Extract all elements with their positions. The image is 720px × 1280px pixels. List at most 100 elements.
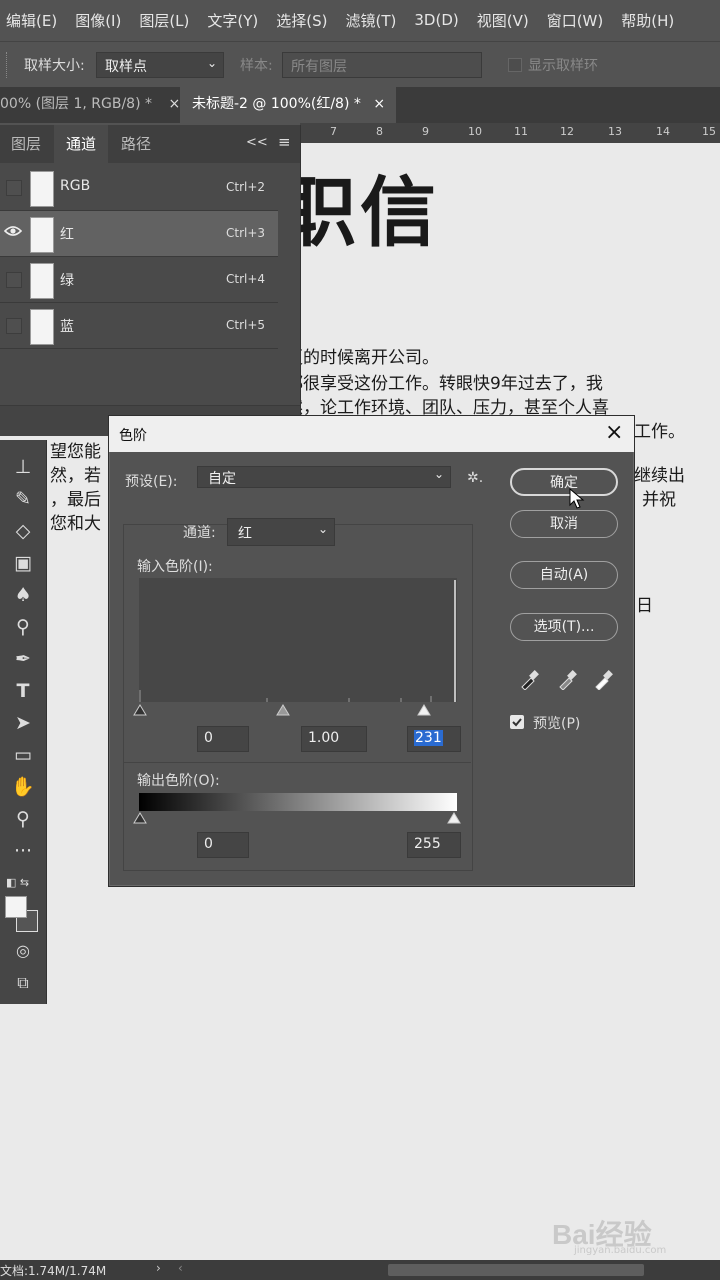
channel-row-green[interactable]: 绿 Ctrl+4	[0, 257, 278, 303]
white-eyedropper-icon[interactable]	[593, 668, 613, 694]
ruler-tick: 14	[656, 125, 670, 138]
tab-layer1[interactable]: 00% (图层 1, RGB/8) * ×	[0, 87, 180, 123]
preview-checkbox[interactable]	[510, 715, 524, 729]
rectangle-icon[interactable]: ▭	[10, 742, 36, 768]
sample-size-select[interactable]: 取样点 ⌄	[96, 52, 224, 78]
channel-shortcut: Ctrl+2	[226, 180, 266, 194]
close-icon[interactable]: ×	[605, 420, 623, 445]
input-gamma-slider[interactable]	[276, 704, 290, 720]
visibility-toggle[interactable]	[6, 318, 22, 334]
foreground-color-swatch[interactable]	[5, 896, 27, 918]
menu-layer[interactable]: 图层(L)	[139, 10, 189, 31]
panel-menu-icon[interactable]: ≡	[278, 133, 291, 151]
input-white-value: 231	[414, 730, 443, 746]
eraser-icon[interactable]: ◇	[10, 518, 36, 544]
dialog-titlebar: 色阶 ×	[109, 416, 634, 452]
menu-filter[interactable]: 滤镜(T)	[346, 10, 397, 31]
menu-window[interactable]: 窗口(W)	[547, 10, 604, 31]
channel-thumbnail	[30, 263, 54, 299]
path-selection-icon[interactable]: ➤	[10, 710, 36, 736]
show-ring-checkbox[interactable]	[508, 58, 522, 72]
sample-size-value: 取样点	[105, 59, 147, 75]
channel-select[interactable]: 红 ⌄	[227, 518, 335, 546]
sample-size-label: 取样大小:	[24, 58, 85, 74]
status-bar: 文档:1.74M/1.74M › ‹	[0, 1260, 720, 1280]
doc-line: 日	[636, 596, 653, 616]
doc-line: 工作。	[634, 422, 685, 442]
channel-label: 通道:	[183, 525, 216, 541]
menu-view[interactable]: 视图(V)	[477, 10, 529, 31]
auto-button[interactable]: 自动(A)	[510, 561, 618, 589]
menu-edit[interactable]: 编辑(E)	[6, 10, 57, 31]
output-black-field[interactable]: 0	[197, 832, 249, 858]
menu-image[interactable]: 图像(I)	[75, 10, 121, 31]
menu-help[interactable]: 帮助(H)	[621, 10, 674, 31]
output-gradient	[139, 793, 457, 811]
screen-mode-icon[interactable]: ⧉	[10, 970, 36, 996]
doc-line: 更的时候离开公司。	[286, 348, 439, 368]
options-button[interactable]: 选项(T)...	[510, 613, 618, 641]
menu-select[interactable]: 选择(S)	[276, 10, 327, 31]
ruler-tick: 13	[608, 125, 622, 138]
tab-paths[interactable]: 路径	[110, 125, 162, 163]
output-black-slider[interactable]	[133, 812, 147, 828]
pen-icon[interactable]: ✒	[10, 646, 36, 672]
channel-row-red[interactable]: 红 Ctrl+3	[0, 211, 278, 257]
input-levels-label: 输入色阶(I):	[137, 559, 213, 575]
input-black-slider[interactable]	[133, 704, 147, 720]
tab-untitled-2[interactable]: 未标题-2 @ 100%(红/8) * ×	[180, 87, 396, 123]
ok-button[interactable]: 确定	[510, 468, 618, 496]
sample-select[interactable]: 所有图层	[282, 52, 482, 78]
stamp-icon[interactable]: ⊥	[10, 454, 36, 480]
channel-row-blue[interactable]: 蓝 Ctrl+5	[0, 303, 278, 349]
output-white-field[interactable]: 255	[407, 832, 461, 858]
zoom-icon[interactable]: ⚲	[10, 806, 36, 832]
levels-dialog: 色阶 × 预设(E): 自定 ⌄ ✲. 通道: 红 ⌄ 输入色阶(I): 0 1…	[108, 415, 635, 887]
close-icon[interactable]: ×	[168, 96, 180, 112]
options-bar: 取样大小: 取样点 ⌄ 样本: 所有图层 显示取样环	[0, 41, 720, 89]
gray-eyedropper-icon[interactable]	[557, 668, 577, 694]
ruler-tick: 15	[702, 125, 716, 138]
tab-channels[interactable]: 通道	[54, 125, 108, 163]
doc-line: 并祝	[642, 490, 676, 510]
input-white-slider[interactable]	[417, 704, 431, 720]
visibility-toggle[interactable]	[6, 272, 22, 288]
black-eyedropper-icon[interactable]	[519, 668, 539, 694]
type-icon[interactable]: T	[10, 678, 36, 704]
panel-tabs: 图层 通道 路径 << ≡	[0, 125, 300, 163]
quick-mask-icon[interactable]: ◎	[10, 938, 36, 964]
blur-icon[interactable]: ♠	[10, 582, 36, 608]
input-white-field[interactable]: 231	[407, 726, 461, 752]
output-levels-label: 输出色阶(O):	[137, 773, 220, 789]
horizontal-scrollbar[interactable]	[388, 1264, 644, 1276]
input-gamma-field[interactable]: 1.00	[301, 726, 367, 752]
default-colors-icon[interactable]: ◧ ⇆	[6, 876, 29, 889]
chevron-down-icon: ⌄	[317, 522, 328, 536]
doc-line: 都很享受这份工作。转眼快9年过去了，我	[286, 374, 603, 394]
tab-layers[interactable]: 图层	[0, 125, 52, 163]
preset-label: 预设(E):	[125, 474, 178, 490]
watermark-url: jingyan.baidu.com	[574, 1245, 667, 1256]
history-brush-icon[interactable]: ✎	[10, 486, 36, 512]
channel-thumbnail	[30, 309, 54, 345]
gradient-icon[interactable]: ▣	[10, 550, 36, 576]
more-tools-icon[interactable]: ···	[10, 838, 36, 864]
hand-icon[interactable]: ✋	[10, 774, 36, 800]
collapse-icon[interactable]: <<	[246, 135, 268, 150]
close-icon[interactable]: ×	[373, 96, 385, 112]
input-black-field[interactable]: 0	[197, 726, 249, 752]
chevron-left-icon[interactable]: ‹	[178, 1261, 183, 1275]
menu-type[interactable]: 文字(Y)	[207, 10, 258, 31]
dodge-icon[interactable]: ⚲	[10, 614, 36, 640]
channel-row-rgb[interactable]: RGB Ctrl+2	[0, 165, 278, 211]
show-ring-label: 显示取样环	[528, 58, 598, 74]
output-white-slider[interactable]	[447, 812, 461, 828]
gear-icon[interactable]: ✲.	[467, 470, 483, 486]
visibility-toggle[interactable]	[6, 180, 22, 196]
cancel-button[interactable]: 取消	[510, 510, 618, 538]
preset-select[interactable]: 自定 ⌄	[197, 466, 451, 488]
menu-3d[interactable]: 3D(D)	[414, 11, 458, 29]
chevron-right-icon[interactable]: ›	[156, 1261, 161, 1275]
tools-panel: ⊥ ✎ ◇ ▣ ♠ ⚲ ✒ T ➤ ▭ ✋ ⚲ ··· ◧ ⇆ ◎ ⧉	[0, 440, 47, 1004]
eye-icon[interactable]	[3, 223, 23, 242]
